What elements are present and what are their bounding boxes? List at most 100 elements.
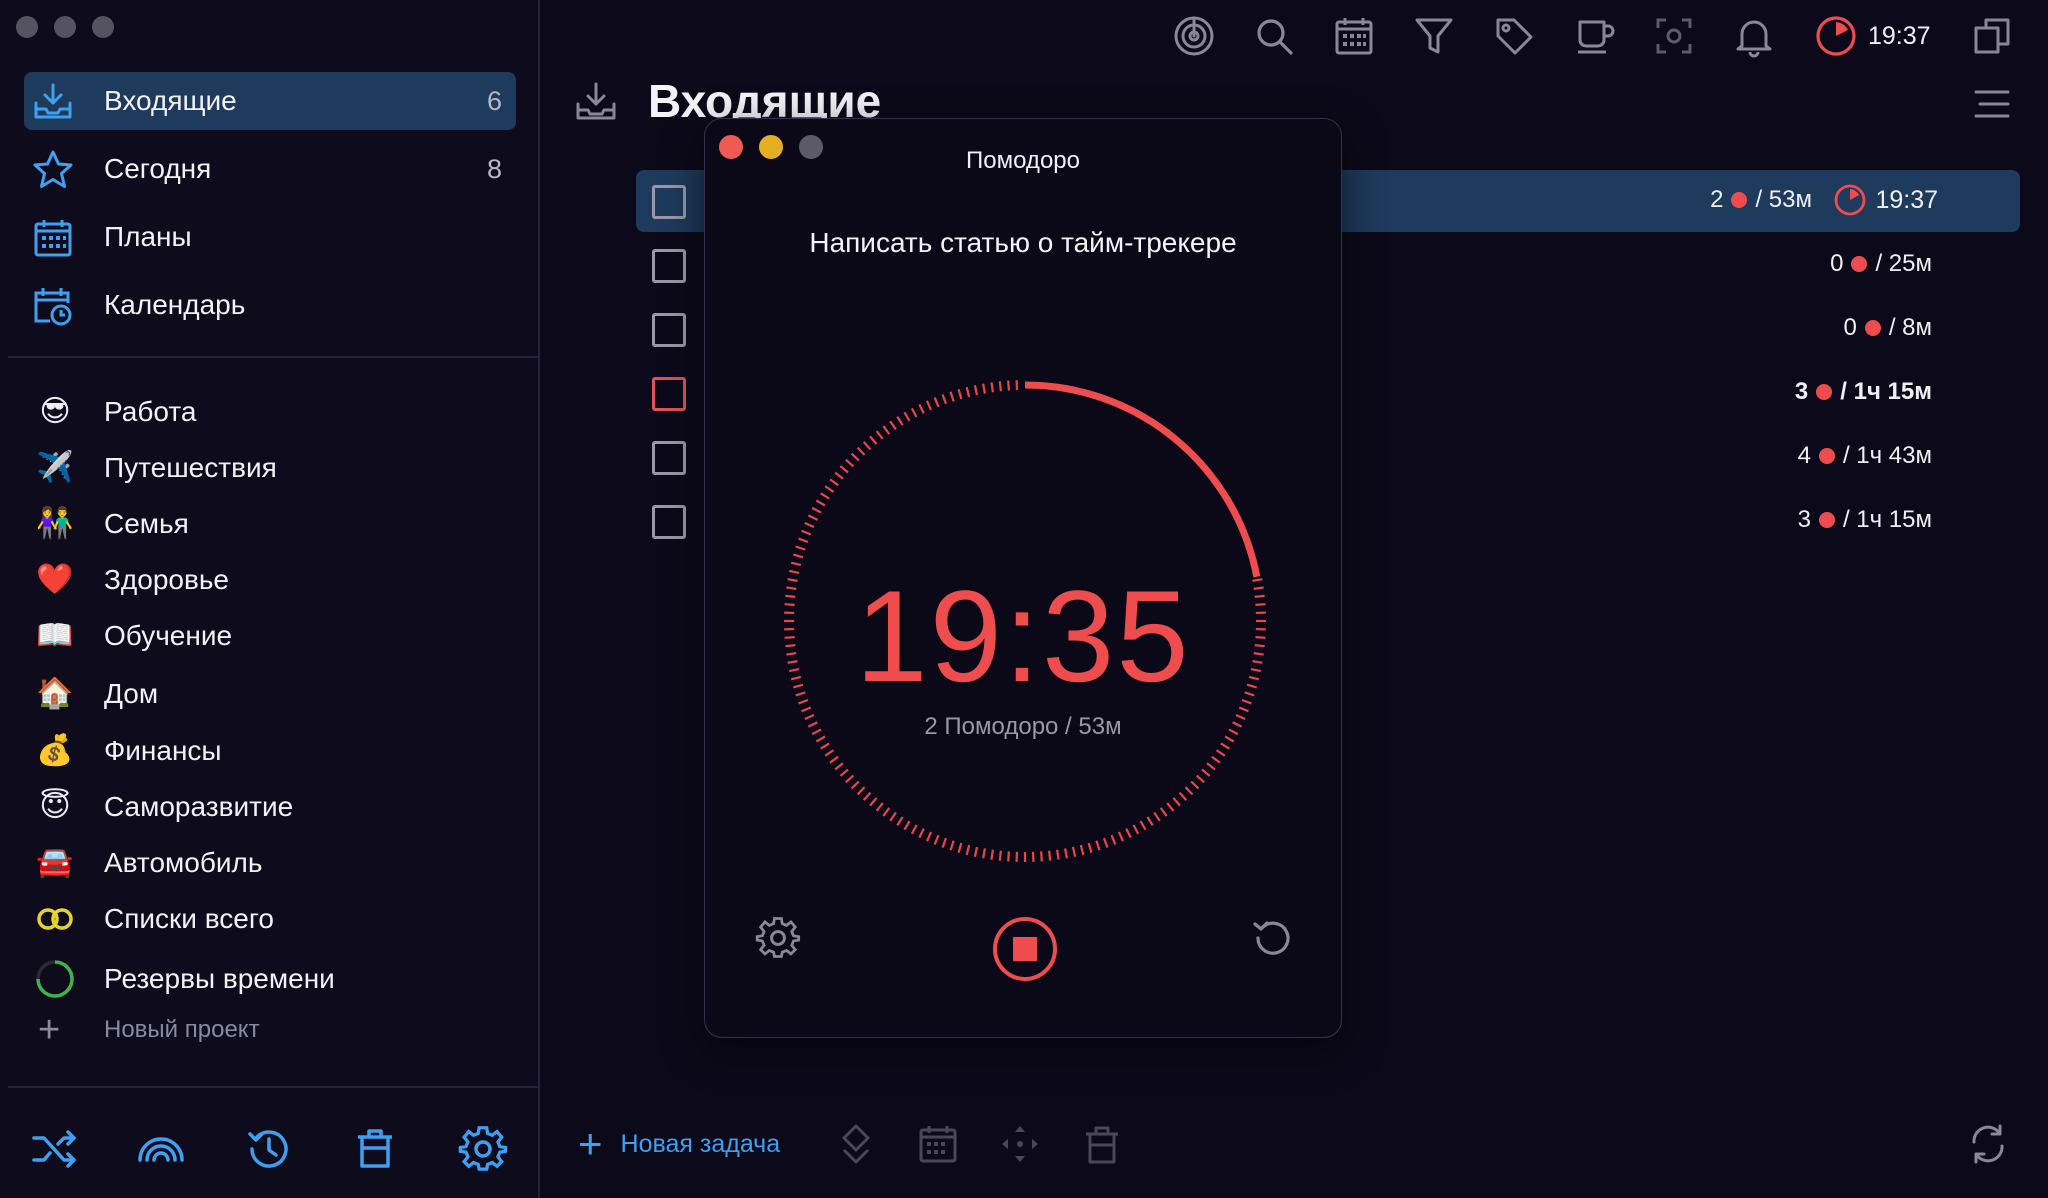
sidebar-item-label: Сегодня: [104, 153, 212, 184]
task-pomodoro-stats: 3 / 1ч 15м: [1795, 378, 1932, 406]
task-pomodoro-stats: 3 / 1ч 15м: [1798, 506, 1932, 534]
coffee-break-icon[interactable]: [1572, 14, 1616, 58]
ring-tick: [820, 742, 830, 750]
ring-tick: [1040, 851, 1043, 862]
ring-tick: [1178, 791, 1188, 801]
task-active-timer[interactable]: 19:37: [1833, 183, 1938, 217]
ring-tick: [1132, 824, 1140, 835]
move-arrows-icon[interactable]: [998, 1120, 1042, 1168]
pomodoro-stop-button[interactable]: [991, 915, 1059, 983]
calendar-icon[interactable]: [916, 1120, 960, 1168]
pomodoro-count: 0: [1843, 314, 1857, 341]
window-controls: [16, 16, 114, 38]
ring-tick: [910, 824, 918, 835]
project-label: Семья: [104, 508, 189, 539]
sidebar-item-label: Планы: [104, 221, 192, 252]
pomodoro-dot-icon: [1818, 448, 1835, 464]
tag-icon[interactable]: [1492, 14, 1536, 58]
task-timer-text: 19:37: [1875, 185, 1938, 214]
header-timer-text[interactable]: 19:37: [1868, 22, 1931, 51]
sidebar-bottom-divider: [8, 1086, 538, 1088]
sidebar-project-work[interactable]: 😎 Работа: [24, 388, 516, 436]
project-label: Путешествия: [104, 452, 277, 483]
search-icon[interactable]: [1252, 14, 1296, 58]
window-zoom-button[interactable]: [92, 16, 114, 38]
pomodoro-dot-icon: [1731, 192, 1748, 208]
rainbow-arc-icon[interactable]: [136, 1124, 186, 1174]
sidebar-item-inbox[interactable]: Входящие 6: [24, 72, 516, 130]
airplane-emoji-icon: ✈️: [36, 451, 74, 484]
history-clock-icon[interactable]: [244, 1124, 294, 1174]
sidebar-project-home[interactable]: 🏠 Дом: [24, 670, 516, 718]
filter-funnel-icon[interactable]: [1412, 14, 1456, 58]
shuffle-icon[interactable]: [30, 1124, 80, 1174]
sidebar-divider: [8, 356, 538, 358]
bell-icon[interactable]: [1732, 14, 1776, 58]
sidebar-project-learning[interactable]: 📖 Обучение: [24, 612, 516, 660]
menu-lines-icon[interactable]: [1970, 82, 2014, 126]
pomodoro-dot-icon: [1816, 384, 1833, 400]
ring-tick: [815, 499, 826, 507]
infinity-rings-icon: [37, 908, 73, 930]
sidebar-item-today[interactable]: Сегодня 8: [24, 140, 516, 198]
task-checkbox[interactable]: [652, 313, 686, 347]
ring-tick: [1153, 811, 1161, 822]
sidebar-project-health[interactable]: ❤️ Здоровье: [24, 556, 516, 604]
ring-tick: [1048, 850, 1052, 861]
car-emoji-icon: 🚘: [36, 846, 74, 879]
ring-tick: [801, 529, 812, 536]
sync-arrows-icon[interactable]: [1966, 1120, 2010, 1168]
pomodoro-progress-arc: [1024, 381, 1261, 578]
plus-icon: +: [38, 1009, 61, 1051]
house-emoji-icon: 🏠: [36, 677, 74, 710]
ring-tick: [811, 506, 822, 514]
pomodoro-restart-icon[interactable]: [1249, 915, 1295, 961]
sidebar-project-family[interactable]: 👫 Семья: [24, 500, 516, 548]
calendar-clock-icon: [34, 288, 72, 326]
window-minimize-button[interactable]: [54, 16, 76, 38]
pomodoro-timer-icon[interactable]: [1814, 14, 1858, 58]
windows-duplicate-icon[interactable]: [1970, 14, 2014, 58]
new-task-label: Новая задача: [620, 1129, 781, 1158]
sidebar-project-lists[interactable]: Списки всего: [24, 895, 516, 943]
ring-tick: [941, 837, 948, 848]
stop-square-icon: [1013, 937, 1037, 961]
sidebar-project-self-development[interactable]: 😇 Саморазвитие: [24, 783, 516, 831]
ring-tick: [1125, 828, 1132, 839]
couple-emoji-icon: 👫: [36, 507, 74, 540]
calendar-icon[interactable]: [1332, 14, 1376, 58]
window-close-button[interactable]: [16, 16, 38, 38]
new-task-button[interactable]: + Новая задача: [578, 1120, 780, 1168]
pomodoro-dot-icon: [1851, 256, 1868, 272]
heart-emoji-icon: ❤️: [36, 563, 74, 596]
ring-tick: [990, 849, 994, 860]
inbox-tray-icon: [576, 82, 616, 120]
settings-gear-icon[interactable]: [458, 1124, 508, 1174]
task-checkbox[interactable]: [652, 441, 686, 475]
task-duration: / 25м: [1875, 250, 1932, 277]
trash-icon[interactable]: [350, 1124, 400, 1174]
pomodoro-dot-icon: [1864, 320, 1881, 336]
task-checkbox[interactable]: [652, 249, 686, 283]
ring-tick: [973, 385, 979, 396]
project-label: Резервы времени: [104, 963, 335, 994]
ring-tick: [903, 411, 911, 422]
task-checkbox[interactable]: [652, 185, 686, 219]
sidebar-item-plans[interactable]: Планы: [24, 208, 516, 266]
sidebar-project-car[interactable]: 🚘 Автомобиль: [24, 839, 516, 887]
pomodoro-settings-gear-icon[interactable]: [755, 915, 801, 961]
ring-tick: [862, 791, 872, 801]
task-checkbox[interactable]: [652, 505, 686, 539]
trash-icon[interactable]: [1080, 1120, 1124, 1168]
focus-frame-icon[interactable]: [1652, 14, 1696, 58]
sidebar-project-travel[interactable]: ✈️ Путешествия: [24, 444, 516, 492]
focus-target-icon[interactable]: [1172, 14, 1216, 58]
money-bag-emoji-icon: 💰: [36, 734, 74, 767]
task-checkbox-high-priority[interactable]: [652, 377, 686, 411]
ring-tick: [896, 416, 904, 426]
sidebar-project-finance[interactable]: 💰 Финансы: [24, 727, 516, 775]
sidebar-project-time-reserves[interactable]: Резервы времени: [24, 955, 516, 1003]
ring-tick: [925, 831, 933, 842]
sidebar-item-calendar[interactable]: Календарь: [24, 276, 516, 334]
priority-chevrons-icon[interactable]: [836, 1120, 876, 1168]
